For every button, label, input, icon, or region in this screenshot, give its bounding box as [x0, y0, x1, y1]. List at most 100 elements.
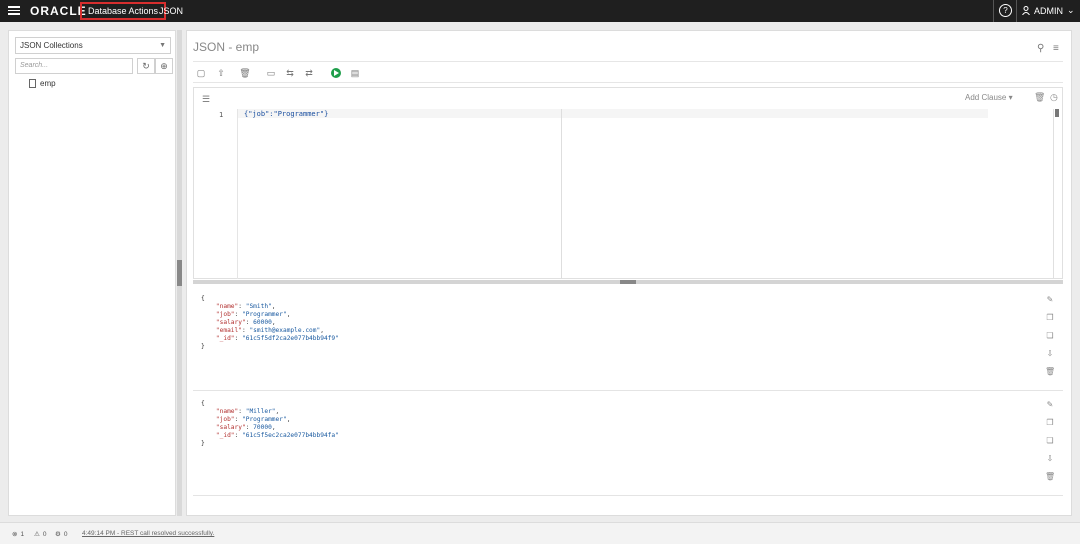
user-icon	[1022, 6, 1030, 15]
search-input[interactable]: Search...	[15, 58, 133, 74]
upload-icon[interactable]: ⇧	[215, 67, 227, 79]
json-field-line: "job": "Programmer",	[215, 416, 291, 423]
json-close-brace: }	[201, 343, 205, 350]
json-key: "email"	[215, 327, 242, 334]
errors-indicator[interactable]: ⊗ 1	[12, 530, 24, 539]
json-value: 60000	[253, 319, 272, 326]
collection-type-select[interactable]: JSON Collections ▼	[15, 37, 171, 54]
download-icon[interactable]: ⇩	[1045, 349, 1055, 359]
delete-icon[interactable]: 🗑	[1045, 367, 1055, 377]
settings-list-icon[interactable]: ≡	[1053, 43, 1059, 54]
json-field-line: "name": "Smith",	[215, 303, 276, 310]
header-divider	[993, 0, 994, 22]
toolbar: ▢ ⇧ 🗑 ▭ ⇆ ⇄ ▤	[193, 61, 1063, 83]
duplicate-icon[interactable]: ❏	[1045, 331, 1055, 341]
json-separator: ,	[286, 416, 291, 423]
json-key: "salary"	[215, 319, 246, 326]
warning-icon: ⚠	[34, 531, 40, 538]
json-separator: ,	[271, 303, 276, 310]
warning-count: 0	[42, 530, 47, 538]
new-collection-icon[interactable]: ⊕	[155, 58, 173, 74]
format-indent-icon[interactable]: ☰	[202, 94, 210, 105]
download-icon[interactable]: ⇩	[1045, 454, 1055, 464]
json-key: "job"	[215, 311, 235, 318]
export-icon[interactable]: ⇄	[303, 67, 315, 79]
header-divider	[1016, 0, 1017, 22]
delete-icon[interactable]: 🗑	[239, 67, 251, 79]
json-open-brace: {	[201, 295, 205, 302]
query-editor: ☰ Add Clause ▾ 🗑 ◷ 1 {"job":"Programmer"…	[193, 87, 1063, 279]
chevron-down-icon: ⌄	[1067, 5, 1075, 15]
json-field-line: "name": "Miller",	[215, 408, 280, 415]
json-value: "Smith"	[245, 303, 272, 310]
new-folder-icon[interactable]: ▭	[265, 67, 277, 79]
edit-icon[interactable]: ✎	[1045, 295, 1055, 305]
dropdown-caret-icon: ▼	[159, 42, 166, 49]
refresh-icon[interactable]: ↻	[137, 58, 155, 74]
copy-icon[interactable]: ❐	[1045, 418, 1055, 428]
help-icon[interactable]: ?	[999, 4, 1012, 17]
splitter-grip[interactable]	[620, 280, 636, 284]
json-field-line: "job": "Programmer",	[215, 311, 291, 318]
json-value: "Programmer"	[242, 311, 287, 318]
line-number: 1	[219, 111, 224, 119]
database-actions-link[interactable]: Database Actions	[80, 2, 167, 20]
json-open-brace: {	[201, 400, 205, 407]
history-icon[interactable]: ◷	[1050, 92, 1058, 103]
user-name: ADMIN	[1034, 5, 1063, 16]
json-key: "_id"	[215, 335, 235, 342]
add-clause-dropdown[interactable]: Add Clause ▾	[965, 93, 1013, 102]
import-icon[interactable]: ⇆	[284, 67, 296, 79]
clear-icon[interactable]: 🗑	[1034, 92, 1045, 103]
editor-scrollbar[interactable]	[1053, 109, 1059, 279]
json-field-line: "_id": "61c5f5df2ca2e077b4bb94f9"	[215, 335, 339, 342]
line-gutter: 1	[194, 109, 238, 279]
json-document-text: { "name": "Miller", "job": "Programmer",…	[201, 400, 339, 448]
report-icon[interactable]: ▤	[349, 67, 361, 79]
tasks-indicator[interactable]: ⚙ 0	[55, 530, 68, 539]
delete-icon[interactable]: 🗑	[1045, 472, 1055, 482]
user-menu[interactable]: ADMIN ⌄	[1022, 5, 1075, 16]
result-document[interactable]: { "name": "Smith", "job": "Programmer", …	[193, 287, 1063, 391]
json-field-line: "salary": 60000,	[215, 319, 276, 326]
json-separator: ,	[286, 311, 291, 318]
hamburger-menu-icon[interactable]	[8, 4, 20, 18]
duplicate-icon[interactable]: ❏	[1045, 436, 1055, 446]
new-document-icon[interactable]: ▢	[195, 67, 207, 79]
query-text[interactable]: {"job":"Programmer"}	[244, 110, 328, 118]
warnings-indicator[interactable]: ⚠ 0	[34, 530, 47, 539]
horizontal-splitter	[193, 280, 1063, 284]
json-field-line: "_id": "61c5f5ec2ca2e077b4bb94fa"	[215, 432, 339, 439]
json-value: "61c5f5df2ca2e077b4bb94f9"	[242, 335, 339, 342]
json-value: "61c5f5ec2ca2e077b4bb94fa"	[242, 432, 339, 439]
task-count: 0	[63, 530, 68, 538]
document-icon	[29, 79, 36, 88]
document-actions: ✎ ❐ ❏ ⇩ 🗑	[1045, 400, 1057, 490]
copy-icon[interactable]: ❐	[1045, 313, 1055, 323]
json-key: "salary"	[215, 424, 246, 431]
json-field-line: "email": "smith@example.com",	[215, 327, 324, 334]
run-query-icon[interactable]	[331, 68, 341, 78]
edit-icon[interactable]: ✎	[1045, 400, 1055, 410]
json-document-text: { "name": "Smith", "job": "Programmer", …	[201, 295, 339, 351]
collections-navigator: JSON Collections ▼ Search... ↻ ⊕ emp	[8, 30, 176, 516]
json-key: "name"	[215, 303, 239, 310]
binoculars-icon[interactable]: ⚲	[1037, 43, 1044, 54]
result-document[interactable]: { "name": "Miller", "job": "Programmer",…	[193, 392, 1063, 496]
add-clause-label: Add Clause	[965, 93, 1007, 102]
top-header: ORACLE Database Actions JSON ? ADMIN ⌄	[0, 0, 1080, 22]
json-key: "name"	[215, 408, 239, 415]
json-value: 70000	[253, 424, 272, 431]
main-panel: JSON - emp ⚲ ≡ ▢ ⇧ 🗑 ▭ ⇆ ⇄ ▤ ☰ Add Claus…	[186, 30, 1072, 516]
vertical-splitter	[177, 30, 182, 516]
splitter-handle[interactable]	[177, 260, 182, 286]
json-separator: ,	[275, 408, 280, 415]
json-value: "Programmer"	[242, 416, 287, 423]
collection-item-emp[interactable]: emp	[29, 79, 56, 88]
status-bar: ⊗ 1 ⚠ 0 ⚙ 0 4:49:14 PM - REST call resol…	[0, 522, 1080, 544]
gear-icon: ⚙	[55, 531, 61, 538]
status-message[interactable]: 4:49:14 PM - REST call resolved successf…	[82, 530, 214, 537]
json-key: "_id"	[215, 432, 235, 439]
scrollbar-thumb[interactable]	[1055, 109, 1059, 117]
json-key: "job"	[215, 416, 235, 423]
